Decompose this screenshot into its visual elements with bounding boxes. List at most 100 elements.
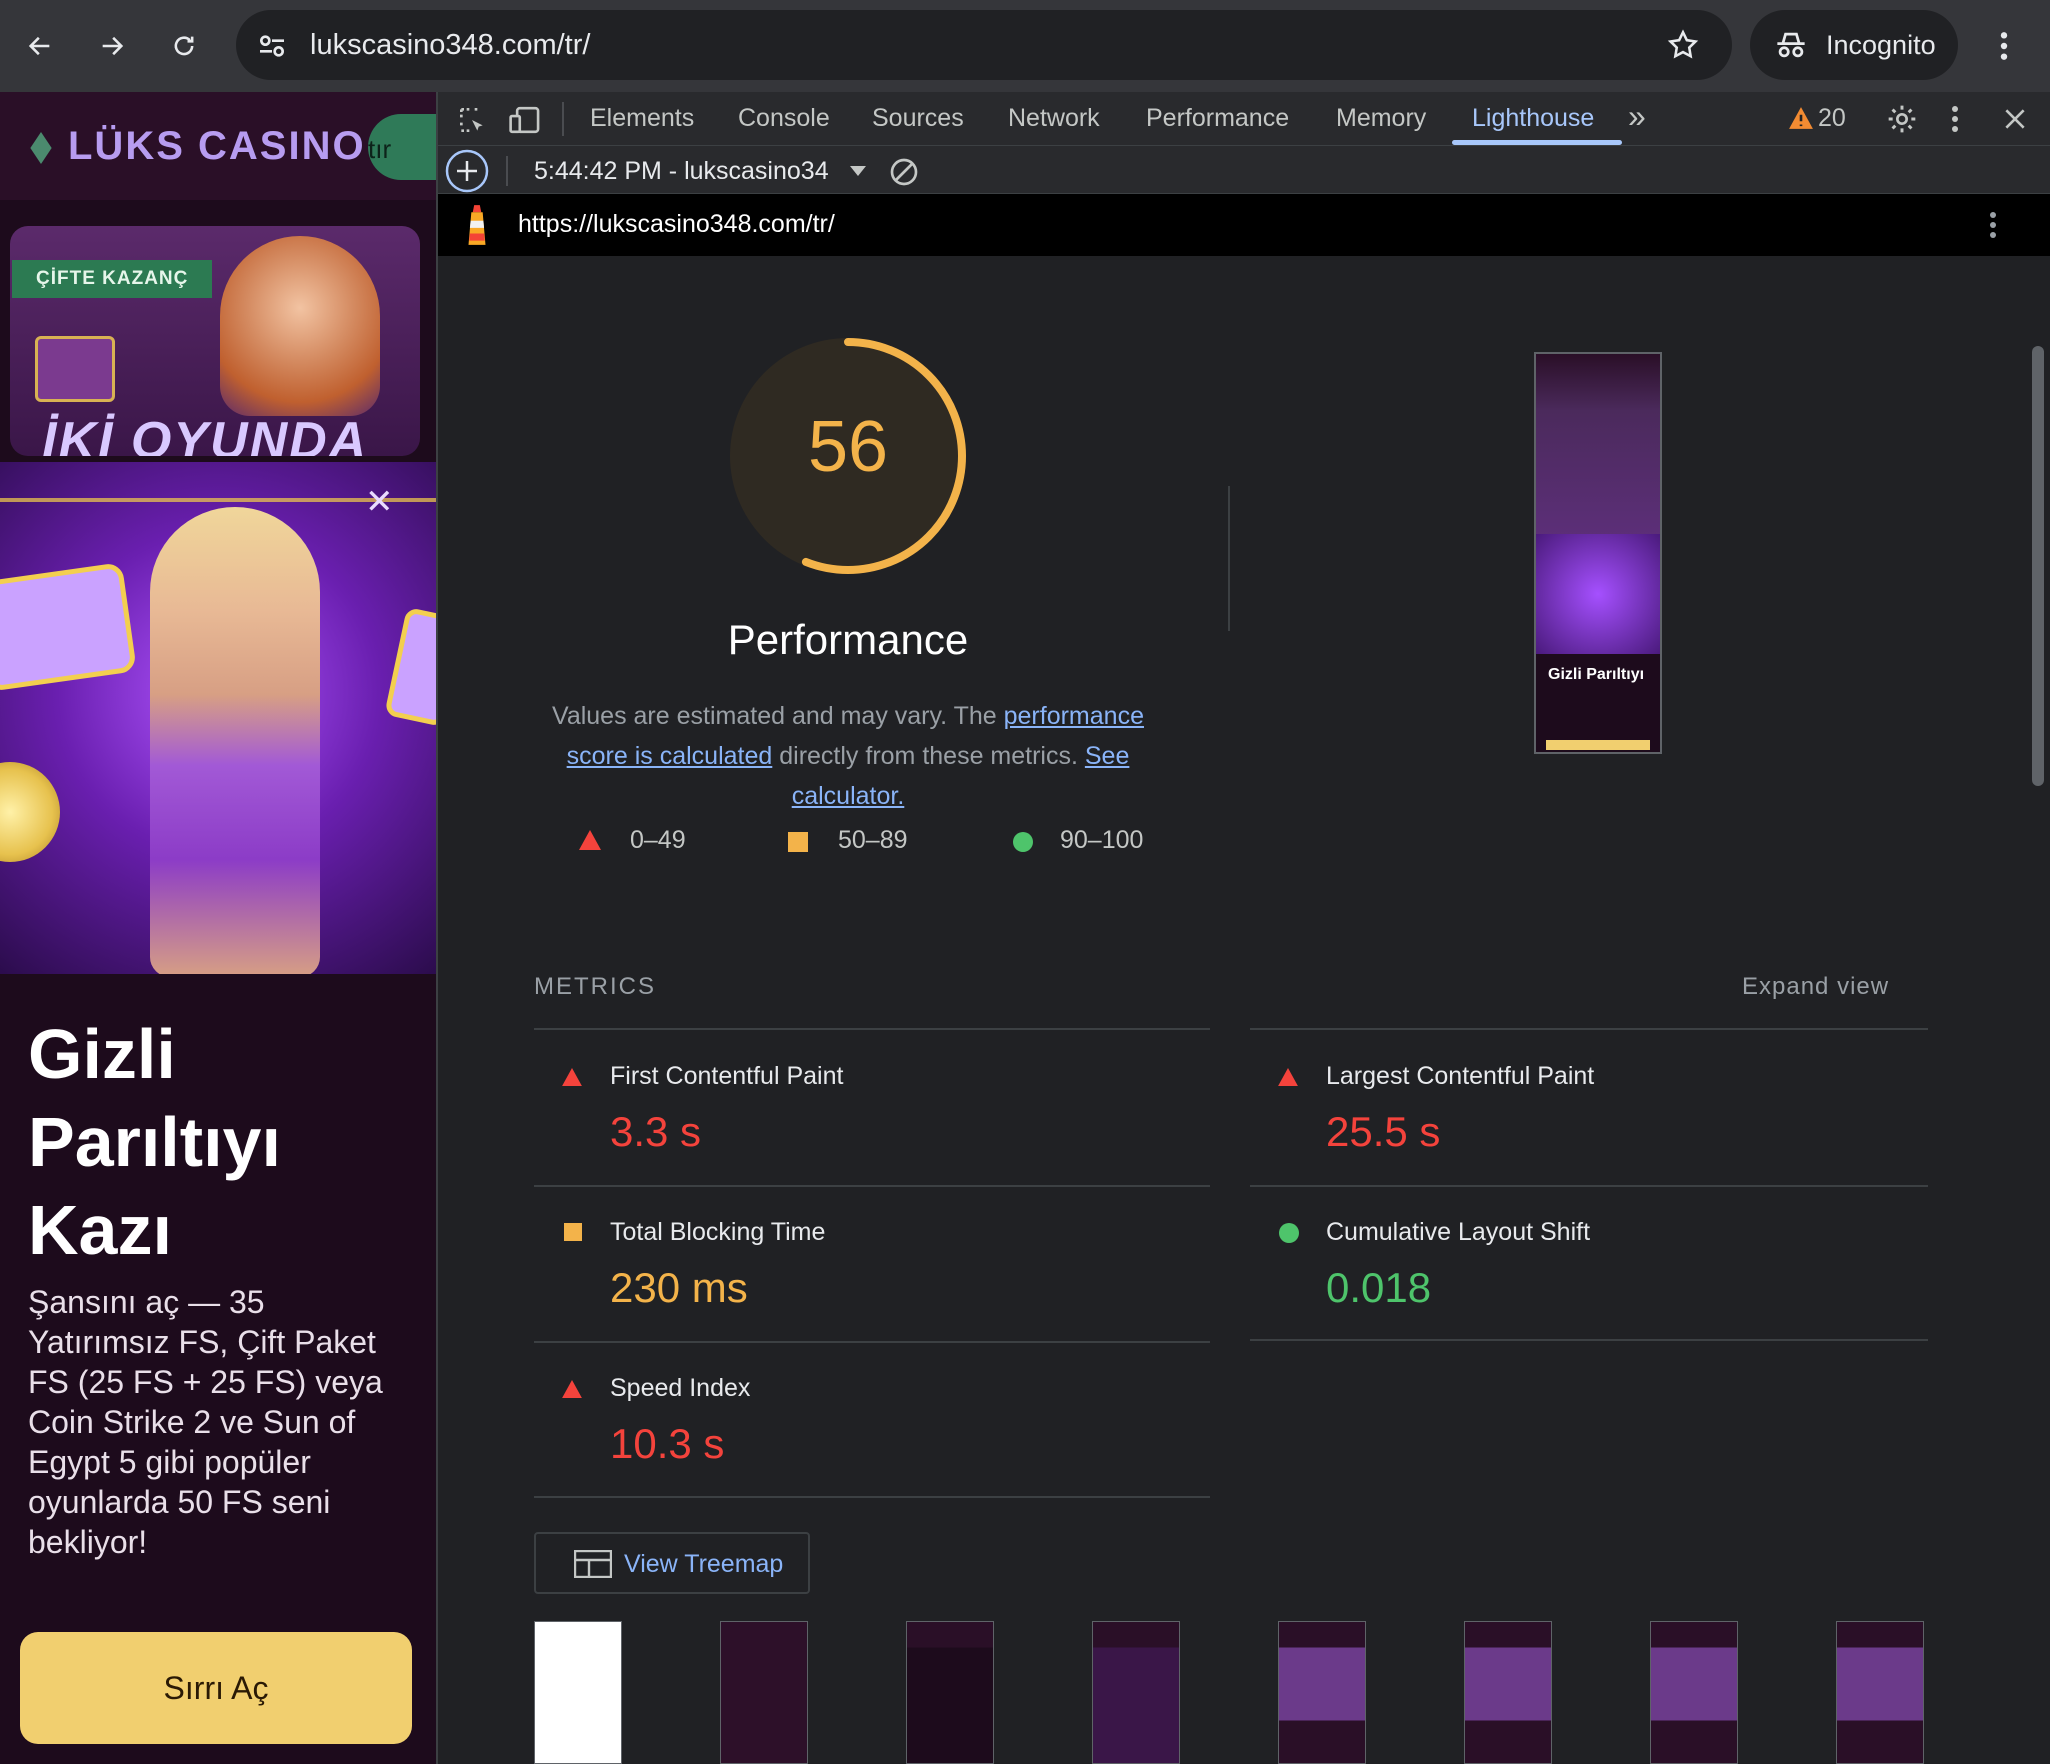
metric-name: Largest Contentful Paint xyxy=(1326,1062,1595,1090)
filmstrip-frame[interactable] xyxy=(1836,1621,1924,1764)
tab-console[interactable]: Console xyxy=(738,104,830,133)
promo-description: Şansını aç — 35 Yatırımsız FS, Çift Pake… xyxy=(28,1284,383,1560)
tab-performance[interactable]: Performance xyxy=(1146,104,1289,133)
close-devtools-icon[interactable] xyxy=(2002,106,2028,132)
screenshot-top-image xyxy=(1536,354,1660,544)
average-square-icon xyxy=(564,1223,582,1241)
fail-triangle-icon xyxy=(562,1380,582,1398)
chevron-down-icon[interactable] xyxy=(850,166,866,176)
metric-divider xyxy=(534,1028,1210,1030)
filmstrip-frame[interactable] xyxy=(1464,1621,1552,1764)
reveal-secret-button[interactable]: Sırrı Aç xyxy=(20,1632,412,1744)
back-arrow-icon xyxy=(28,36,50,56)
metrics-header: METRICS xyxy=(534,973,656,1000)
report-selector[interactable]: 5:44:42 PM - lukscasino34 xyxy=(534,157,829,186)
report-scrollbar[interactable] xyxy=(2026,256,2050,1764)
expand-view-toggle[interactable]: Expand view xyxy=(1742,973,1889,1001)
devtools-tab-bar: Elements Console Sources Network Perform… xyxy=(438,92,2050,146)
pass-circle-icon xyxy=(1013,832,1033,852)
website-viewport: LÜKS CASINO tır ÇİFTE KAZANÇ İKİ OYUNDA … xyxy=(0,92,436,1764)
category-title: Performance xyxy=(727,616,969,663)
incognito-icon xyxy=(1777,32,1805,58)
metric-value: 10.3 s xyxy=(610,1420,725,1467)
filmstrip-frame[interactable] xyxy=(1650,1621,1738,1764)
performance-score: 56 xyxy=(807,407,889,487)
inspect-element-icon[interactable] xyxy=(456,104,488,136)
lighthouse-toolbar: 5:44:42 PM - lukscasino34 xyxy=(438,146,2050,194)
incognito-button[interactable]: Incognito xyxy=(1750,10,1958,80)
url-text[interactable]: lukscasino348.com/tr/ xyxy=(310,29,590,62)
filmstrip-frame[interactable] xyxy=(534,1621,622,1764)
reload-button[interactable] xyxy=(160,22,208,70)
report-url-bar: https://lukscasino348.com/tr/ xyxy=(438,194,2050,256)
filmstrip-frame[interactable] xyxy=(720,1621,808,1764)
promo-title: Gizli Parıltıyı Kazı xyxy=(28,1010,281,1274)
active-tab-indicator xyxy=(1452,140,1622,145)
final-screenshot[interactable]: Gizli Parıltıyı xyxy=(1534,352,1662,754)
average-square-icon xyxy=(788,832,808,852)
legend-fail-range: 0–49 xyxy=(630,826,686,854)
promo-title-line: Gizli xyxy=(28,1015,176,1093)
metric-name: Cumulative Layout Shift xyxy=(1326,1218,1591,1246)
pass-circle-icon xyxy=(1279,1223,1299,1243)
promo-banner-double-win[interactable]: ÇİFTE KAZANÇ İKİ OYUNDA xyxy=(10,226,420,456)
devtools-panel: Elements Console Sources Network Perform… xyxy=(436,92,2050,1764)
devtools-menu-icon[interactable] xyxy=(1950,104,1960,134)
filmstrip-frame[interactable] xyxy=(1092,1621,1180,1764)
warning-count[interactable]: 20 xyxy=(1818,104,1846,133)
screenshot-caption: Gizli Parıltıyı xyxy=(1548,666,1645,683)
metric-value: 25.5 s xyxy=(1326,1108,1441,1155)
forward-button[interactable] xyxy=(88,22,136,70)
tab-memory[interactable]: Memory xyxy=(1336,104,1426,133)
fail-triangle-icon xyxy=(562,1068,582,1086)
metric-divider xyxy=(1250,1028,1928,1030)
filmstrip-frame[interactable] xyxy=(906,1621,994,1764)
new-report-plus-icon[interactable] xyxy=(444,148,490,194)
device-toolbar-icon[interactable] xyxy=(508,104,542,136)
report-url[interactable]: https://lukscasino348.com/tr/ xyxy=(518,210,835,239)
legend-pass-range: 90–100 xyxy=(1060,826,1144,854)
fail-triangle-icon xyxy=(1278,1068,1298,1086)
clear-reports-icon[interactable] xyxy=(888,156,920,188)
close-banner-icon[interactable]: ✕ xyxy=(365,482,394,522)
tab-lighthouse[interactable]: Lighthouse xyxy=(1472,104,1594,133)
promo-banner-slots[interactable]: ✕ xyxy=(0,462,436,974)
bookmark-star-icon[interactable] xyxy=(1666,28,1700,62)
login-button[interactable]: tır xyxy=(368,114,436,180)
metric-divider xyxy=(534,1185,1210,1187)
metric-divider xyxy=(534,1341,1210,1343)
address-bar[interactable]: lukscasino348.com/tr/ xyxy=(236,10,1732,80)
screenshot-cta xyxy=(1546,740,1650,750)
site-header: LÜKS CASINO tır xyxy=(0,92,436,200)
metric-divider xyxy=(1250,1339,1928,1341)
scrollbar-thumb[interactable] xyxy=(2032,346,2044,786)
site-logo[interactable]: LÜKS CASINO xyxy=(68,124,366,169)
reload-icon xyxy=(174,36,194,56)
slot-reel-right xyxy=(384,606,436,728)
back-button[interactable] xyxy=(16,22,64,70)
banner-model-image xyxy=(220,236,380,416)
tab-elements[interactable]: Elements xyxy=(590,104,694,133)
tab-network[interactable]: Network xyxy=(1008,104,1100,133)
settings-gear-icon[interactable] xyxy=(1886,103,1918,135)
more-tabs-icon[interactable]: » xyxy=(1628,98,1646,135)
browser-menu-button[interactable] xyxy=(1980,22,2028,70)
warning-icon xyxy=(1789,107,1813,129)
forward-arrow-icon xyxy=(102,36,124,56)
filmstrip-frame[interactable] xyxy=(1278,1621,1366,1764)
tab-sources[interactable]: Sources xyxy=(872,104,964,133)
metric-name: Total Blocking Time xyxy=(610,1218,826,1246)
report-menu-icon[interactable] xyxy=(1988,210,1998,240)
fail-triangle-icon xyxy=(579,830,601,850)
incognito-label: Incognito xyxy=(1826,29,1936,60)
view-treemap-button[interactable]: View Treemap xyxy=(534,1532,810,1594)
site-info-icon[interactable] xyxy=(256,30,288,62)
lighthouse-logo-icon xyxy=(468,205,486,245)
banner-model-image-2 xyxy=(150,507,320,974)
note-text: directly from these metrics. xyxy=(772,742,1085,770)
promo-title-line: Parıltıyı xyxy=(28,1103,281,1181)
login-label: tır xyxy=(368,134,392,164)
lighthouse-report: 56 Performance Values are estimated and … xyxy=(438,256,2028,1764)
legend-average-range: 50–89 xyxy=(838,826,908,854)
note-text: Values are estimated and may vary. The xyxy=(552,702,1004,730)
